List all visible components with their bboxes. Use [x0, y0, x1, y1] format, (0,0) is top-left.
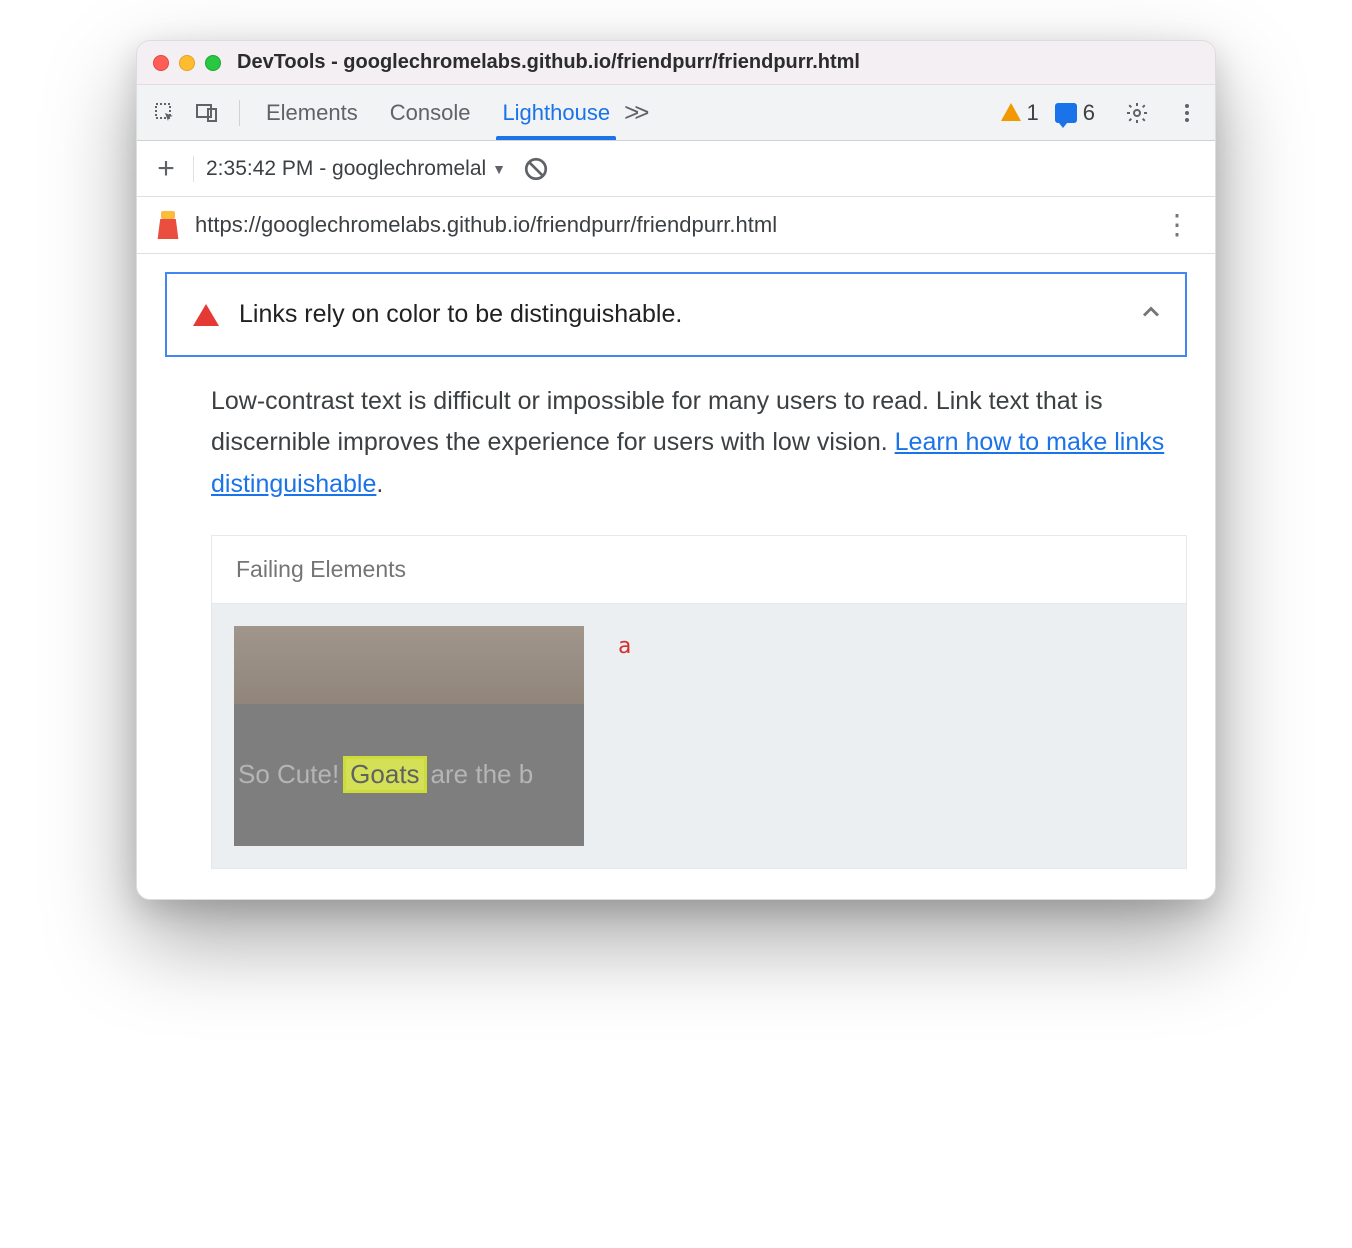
message-icon: [1055, 103, 1077, 123]
element-tag-label[interactable]: a: [618, 634, 631, 659]
tab-lighthouse[interactable]: Lighthouse: [502, 85, 610, 140]
warning-icon: [1001, 103, 1021, 121]
window-titlebar: DevTools - googlechromelabs.github.io/fr…: [137, 41, 1215, 85]
maximize-window-button[interactable]: [205, 55, 221, 71]
new-report-button[interactable]: +: [151, 152, 181, 186]
tab-console[interactable]: Console: [390, 85, 471, 140]
device-toolbar-icon[interactable]: [189, 95, 225, 131]
warnings-number: 1: [1027, 100, 1039, 126]
report-menu-icon[interactable]: ⋮: [1157, 211, 1197, 239]
messages-count[interactable]: 6: [1055, 100, 1095, 126]
panel-tabs: Elements Console Lighthouse: [266, 85, 610, 140]
devtools-toolbar: Elements Console Lighthouse >> 1 6: [137, 85, 1215, 141]
warnings-count[interactable]: 1: [1001, 100, 1039, 126]
report-label: 2:35:42 PM - googlechromelal: [206, 157, 486, 181]
snippet-highlight: Goats: [343, 756, 426, 793]
toolbar-divider: [239, 100, 240, 126]
clear-report-icon[interactable]: [518, 151, 554, 187]
window-controls: [153, 55, 221, 71]
issue-counts: 1 6: [1001, 100, 1096, 126]
audit-description-suffix: .: [376, 470, 383, 498]
audit-description: Low-contrast text is difficult or imposs…: [211, 381, 1187, 505]
settings-icon[interactable]: [1119, 95, 1155, 131]
inspect-element-icon[interactable]: [147, 95, 183, 131]
failing-elements-header: Failing Elements: [212, 536, 1186, 604]
report-url: https://googlechromelabs.github.io/frien…: [195, 212, 1143, 238]
thumbnail-image-region: [234, 626, 584, 704]
report-content: Links rely on color to be distinguishabl…: [137, 254, 1215, 899]
thumbnail-text-region: So Cute! Goats are the b: [234, 704, 584, 846]
minimize-window-button[interactable]: [179, 55, 195, 71]
collapse-icon[interactable]: [1137, 298, 1165, 331]
report-url-row: https://googlechromelabs.github.io/frien…: [137, 197, 1215, 254]
lighthouse-icon: [155, 211, 181, 239]
report-selector[interactable]: 2:35:42 PM - googlechromelal ▼: [206, 157, 506, 181]
tab-elements[interactable]: Elements: [266, 85, 358, 140]
failing-elements-body: So Cute! Goats are the b a: [212, 604, 1186, 868]
snippet-after: are the b: [431, 759, 534, 790]
window-title: DevTools - googlechromelabs.github.io/fr…: [237, 51, 860, 74]
messages-number: 6: [1083, 100, 1095, 126]
audit-title: Links rely on color to be distinguishabl…: [239, 300, 1117, 329]
dropdown-arrow-icon: ▼: [492, 161, 506, 177]
subbar-divider: [193, 156, 194, 182]
fail-triangle-icon: [193, 304, 219, 326]
lighthouse-toolbar: + 2:35:42 PM - googlechromelal ▼: [137, 141, 1215, 197]
kebab-menu-icon[interactable]: [1169, 95, 1205, 131]
element-screenshot-thumbnail[interactable]: So Cute! Goats are the b: [234, 626, 584, 846]
devtools-window: DevTools - googlechromelabs.github.io/fr…: [136, 40, 1216, 900]
more-tabs-icon[interactable]: >>: [616, 97, 652, 128]
audit-header[interactable]: Links rely on color to be distinguishabl…: [165, 272, 1187, 357]
close-window-button[interactable]: [153, 55, 169, 71]
snippet-before: So Cute!: [238, 759, 339, 790]
failing-elements-panel: Failing Elements So Cute! Goats are the …: [211, 535, 1187, 869]
